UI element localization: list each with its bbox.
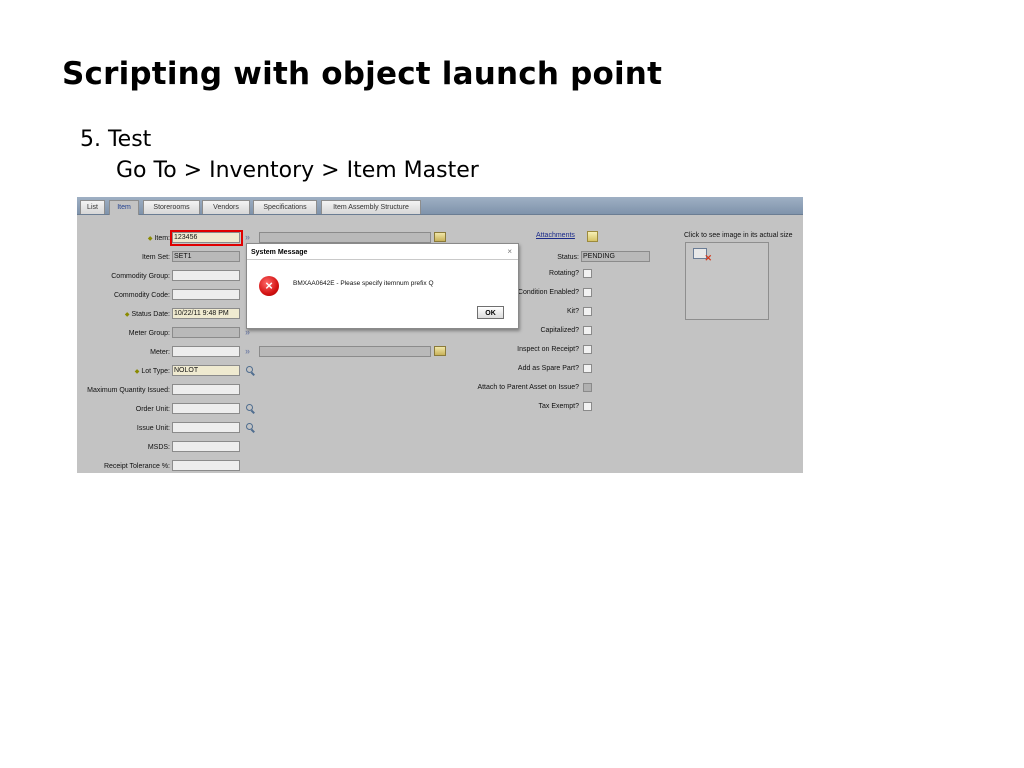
dialog-message: BMXAA0642E - Please specify itemnum pref… xyxy=(293,280,434,287)
item-set-label: Item Set: xyxy=(141,254,170,261)
order-unit-field[interactable] xyxy=(172,403,240,414)
capitalized-checkbox[interactable] xyxy=(583,326,592,335)
paperclip-icon[interactable] xyxy=(587,231,598,242)
step-text: 5. Test Go To > Inventory > Item Master xyxy=(80,124,479,186)
close-icon[interactable]: × xyxy=(507,247,512,256)
navigation-path: Go To > Inventory > Item Master xyxy=(116,158,479,183)
item-image-box[interactable] xyxy=(685,242,769,320)
tab-storerooms[interactable]: Storerooms xyxy=(143,200,200,214)
tax-exempt-label: Tax Exempt? xyxy=(538,403,579,410)
order-unit-label: Order Unit: xyxy=(135,406,170,413)
slide-title: Scripting with object launch point xyxy=(62,56,663,92)
receipt-tolerance-label: Receipt Tolerance %: xyxy=(103,463,170,470)
ok-button[interactable]: OK xyxy=(477,306,504,319)
attach-to-parent-label: Attach to Parent Asset on Issue? xyxy=(477,384,579,391)
status-date-label: ◆ Status Date: xyxy=(124,311,170,318)
double-chevron-icon[interactable]: » xyxy=(245,232,250,242)
status-field[interactable]: PENDING xyxy=(581,251,650,262)
condition-enabled-label: Condition Enabled? xyxy=(517,289,579,296)
add-as-spare-part-label: Add as Spare Part? xyxy=(517,365,579,372)
magnifier-icon[interactable] xyxy=(246,423,253,430)
meter-group-label: Meter Group: xyxy=(128,330,170,337)
msds-field[interactable] xyxy=(172,441,240,452)
item-set-field[interactable]: SET1 xyxy=(172,251,240,262)
tab-bar: List Item Storerooms Vendors Specificati… xyxy=(77,197,803,215)
capitalized-label: Capitalized? xyxy=(540,327,579,334)
item-master-screenshot: List Item Storerooms Vendors Specificati… xyxy=(77,197,803,473)
rotating-checkbox[interactable] xyxy=(583,269,592,278)
commodity-group-label: Commodity Group: xyxy=(111,273,170,280)
commodity-code-label: Commodity Code: xyxy=(113,292,170,299)
double-chevron-icon[interactable]: » xyxy=(245,346,250,356)
inspect-on-receipt-checkbox[interactable] xyxy=(583,345,592,354)
issue-unit-label: Issue Unit: xyxy=(136,425,170,432)
condition-enabled-checkbox[interactable] xyxy=(583,288,592,297)
attachments-link[interactable]: Attachments xyxy=(536,232,575,239)
inspect-on-receipt-label: Inspect on Receipt? xyxy=(517,346,579,353)
commodity-group-field[interactable] xyxy=(172,270,240,281)
commodity-code-field[interactable] xyxy=(172,289,240,300)
system-message-dialog: System Message × × BMXAA0642E - Please s… xyxy=(246,243,519,329)
meter-group-field[interactable] xyxy=(172,327,240,338)
tab-vendors[interactable]: Vendors xyxy=(202,200,250,214)
tab-item[interactable]: Item xyxy=(109,200,139,215)
item-description-field[interactable] xyxy=(259,232,431,243)
meter-description-field[interactable] xyxy=(259,346,431,357)
kit-label: Kit? xyxy=(566,308,579,315)
tab-item-assembly-structure[interactable]: Item Assembly Structure xyxy=(321,200,421,214)
select-value-icon[interactable] xyxy=(434,346,446,356)
max-qty-issued-field[interactable] xyxy=(172,384,240,395)
item-highlight-box xyxy=(170,230,243,246)
meter-field[interactable] xyxy=(172,346,240,357)
rotating-label: Rotating? xyxy=(549,270,579,277)
item-label: ◆ Item: xyxy=(147,235,170,242)
dialog-title: System Message xyxy=(251,249,308,256)
dialog-divider xyxy=(247,259,518,260)
issue-unit-field[interactable] xyxy=(172,422,240,433)
tab-specifications[interactable]: Specifications xyxy=(253,200,317,214)
no-image-icon xyxy=(693,248,712,264)
receipt-tolerance-field[interactable] xyxy=(172,460,240,471)
select-value-icon[interactable] xyxy=(434,232,446,242)
error-icon: × xyxy=(259,276,279,296)
lot-type-field[interactable]: NOLOT xyxy=(172,365,240,376)
attach-to-parent-checkbox[interactable] xyxy=(583,383,592,392)
tab-list[interactable]: List xyxy=(80,200,105,214)
image-note: Click to see image in its actual size xyxy=(684,232,793,239)
tax-exempt-checkbox[interactable] xyxy=(583,402,592,411)
magnifier-icon[interactable] xyxy=(246,404,253,411)
max-qty-issued-label: Maximum Quantity Issued: xyxy=(87,387,170,394)
lot-type-label: ◆ Lot Type: xyxy=(134,368,170,375)
status-label: Status: xyxy=(557,254,579,261)
add-as-spare-part-checkbox[interactable] xyxy=(583,364,592,373)
magnifier-icon[interactable] xyxy=(246,366,253,373)
status-date-field[interactable]: 10/22/11 9:48 PM xyxy=(172,308,240,319)
step-number: 5. Test xyxy=(80,127,152,152)
meter-label: Meter: xyxy=(150,349,170,356)
kit-checkbox[interactable] xyxy=(583,307,592,316)
msds-label: MSDS: xyxy=(147,444,170,451)
